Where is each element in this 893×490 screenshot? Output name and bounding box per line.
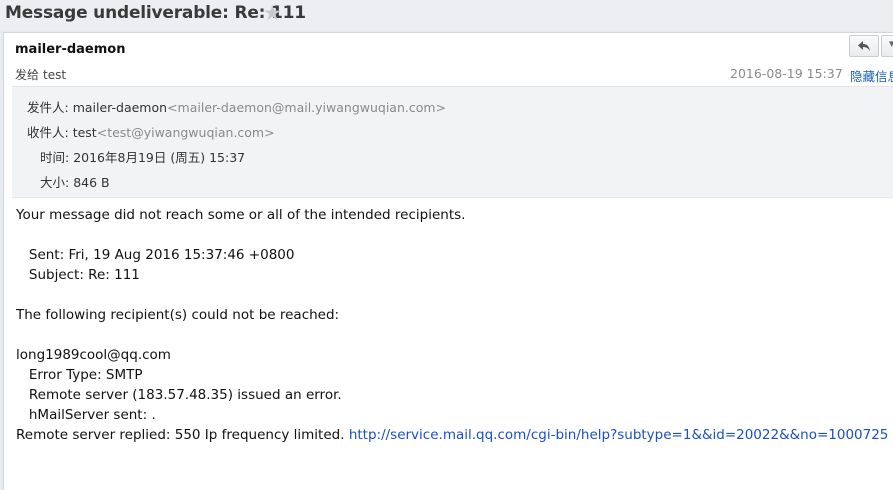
sender-detail-name[interactable]: mailer-daemon <box>73 100 167 115</box>
help-link[interactable]: http://service.mail.qq.com/cgi-bin/help?… <box>349 427 889 443</box>
time-label: 时间: <box>40 150 70 165</box>
body-remote-error: Remote server (183.57.48.35) issued an e… <box>16 387 342 403</box>
mail-subject: Message undeliverable: Re: 111 <box>5 3 306 23</box>
title-bar: Message undeliverable: Re: 111 ★ <box>0 0 893 31</box>
message-date: 2016-08-19 15:37 <box>730 66 843 81</box>
more-button[interactable]: ▾ <box>881 35 893 57</box>
to-label: 发给 <box>15 68 40 82</box>
body-recipient: long1989cool@qq.com <box>16 347 171 363</box>
body-subject: Subject: Re: 111 <box>16 267 140 283</box>
recipient-line: 发给 test <box>15 66 66 83</box>
message-card: mailer-daemon 发给 test ▾ 2016-08-19 15:37 … <box>3 32 893 490</box>
size-label: 大小: <box>40 175 70 190</box>
recipient-label: 收件人: <box>27 125 69 140</box>
time-value: 2016年8月19日 (周五) 15:37 <box>73 150 246 165</box>
recipient-name[interactable]: test <box>43 68 66 82</box>
hide-details-link[interactable]: 隐藏信息 <box>850 66 893 85</box>
sender-label: 发件人: <box>27 100 69 115</box>
reply-icon <box>858 41 870 51</box>
body-sent: Sent: Fri, 19 Aug 2016 15:37:46 +0800 <box>16 247 295 263</box>
message-details-panel: 发件人: mailer-daemon<mailer-daemon@mail.yi… <box>12 86 893 198</box>
star-icon[interactable]: ★ <box>263 1 282 25</box>
body-intro: Your message did not reach some or all o… <box>16 207 466 223</box>
body-unreached: The following recipient(s) could not be … <box>16 307 340 323</box>
size-value: 846 B <box>73 175 110 190</box>
recipient-detail-name[interactable]: test <box>73 125 97 140</box>
recipient-row: 收件人: test<test@yiwangwuqian.com> <box>27 122 275 141</box>
sender-name[interactable]: mailer-daemon <box>15 42 125 57</box>
recipient-address: <test@yiwangwuqian.com> <box>96 125 275 140</box>
chevron-down-icon: ▾ <box>889 37 893 50</box>
body-error-type: Error Type: SMTP <box>16 367 143 383</box>
reply-button[interactable] <box>849 35 879 57</box>
message-body: Your message did not reach some or all o… <box>16 205 888 445</box>
body-hmail: hMailServer sent: . <box>16 407 156 423</box>
time-row: 时间: 2016年8月19日 (周五) 15:37 <box>40 147 245 166</box>
body-replied-line: Remote server replied: 550 Ip frequency … <box>16 425 888 445</box>
sender-row: 发件人: mailer-daemon<mailer-daemon@mail.yi… <box>27 97 446 116</box>
sender-address: <mailer-daemon@mail.yiwangwuqian.com> <box>167 100 447 115</box>
body-replied: Remote server replied: 550 Ip frequency … <box>16 427 349 443</box>
size-row: 大小: 846 B <box>40 172 110 191</box>
